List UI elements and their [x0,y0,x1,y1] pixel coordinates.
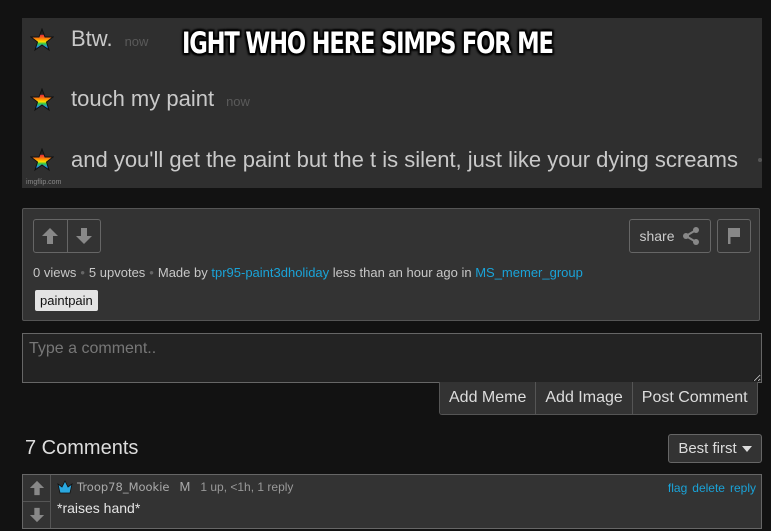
comment-body: Troop78_Mookie M 1 up, <1h, 1 reply flag… [51,475,761,528]
upvote-count: 5 upvotes [88,265,146,280]
meme-message-text: and you'll get the paint but the t is si… [71,147,738,172]
meme-message-text: touch my paint [71,86,215,111]
add-meme-button[interactable]: Add Meme [440,382,536,414]
upvote-button[interactable] [34,220,67,252]
stream-link[interactable]: MS_memer_group [475,265,583,280]
comment-header: Troop78_Mookie M 1 up, <1h, 1 reply [57,479,755,494]
meme-watermark: imgflip.com [26,179,62,186]
author-link[interactable]: tpr95-paint3dholiday [211,265,329,280]
rainbow-star-icon [30,88,54,112]
comment-stats: 1 up, <1h, 1 reply [200,479,294,494]
comment-text: *raises hand* [57,500,141,516]
made-by-label: Made by [157,265,208,280]
meme-message-2: touch my paint now [71,86,250,112]
arrow-down-icon [29,507,44,523]
post-comment-button[interactable]: Post Comment [631,382,757,414]
tag-paintpain[interactable]: paintpain [35,290,98,311]
arrow-up-icon [42,228,59,244]
meme-message-text: Btw. [71,26,113,51]
meme-message-3: and you'll get the paint but the t is si… [71,147,738,173]
meme-message-1: Btw. now [71,26,148,52]
comment-reply-link[interactable]: reply [730,481,756,495]
view-count: 0 views [33,265,77,280]
comment-actions: Add Meme Add Image Post Comment [439,382,758,415]
meme-message-time: now [124,34,149,49]
separator: • [80,265,85,280]
flag-button[interactable] [717,219,751,253]
post-vote-group [33,219,101,253]
separator: • [149,265,154,280]
share-icon [682,227,699,245]
downvote-button[interactable] [66,220,101,252]
share-button[interactable]: share [629,219,711,253]
comment-item: Troop78_Mookie M 1 up, <1h, 1 reply flag… [22,474,762,529]
sort-selected-value: Best first [678,440,737,457]
comments-count-title: 7 Comments [25,437,139,459]
meme-caption: IGHT WHO HERE SIMPS FOR ME [182,26,554,60]
comment-flag-link[interactable]: flag [668,481,687,495]
caret-down-icon [741,445,752,452]
add-image-button[interactable]: Add Image [535,382,632,414]
post-time: less than an hour ago in [332,265,472,280]
comment-downvote-button[interactable] [23,501,50,528]
comment-vote-group [23,475,51,528]
arrow-up-icon [29,480,44,496]
comment-links: flag delete reply [663,481,756,495]
post-info-panel: share 0 views • 5 upvotes • Made by tpr95-pa… [22,208,760,321]
rainbow-star-icon [30,148,54,172]
meme-trail-dot [758,158,762,162]
rainbow-star-icon [30,28,54,52]
crown-icon [57,479,73,494]
comment-delete-link[interactable]: delete [692,481,725,495]
meme-image: Btw. now touch my paint now and you'll get… [22,18,762,188]
share-label: share [639,228,675,244]
flag-icon [728,228,740,244]
meme-message-time: now [226,94,250,109]
comment-upvote-button[interactable] [23,475,50,501]
comment-username[interactable]: Troop78_Mookie [77,480,170,494]
post-meta: 0 views • 5 upvotes • Made by tpr95-paint3dh… [33,265,583,280]
sort-select[interactable]: Best first [668,434,762,463]
arrow-down-icon [75,228,92,244]
comment-input[interactable] [22,333,762,383]
comment-user-badge: M [179,479,191,494]
